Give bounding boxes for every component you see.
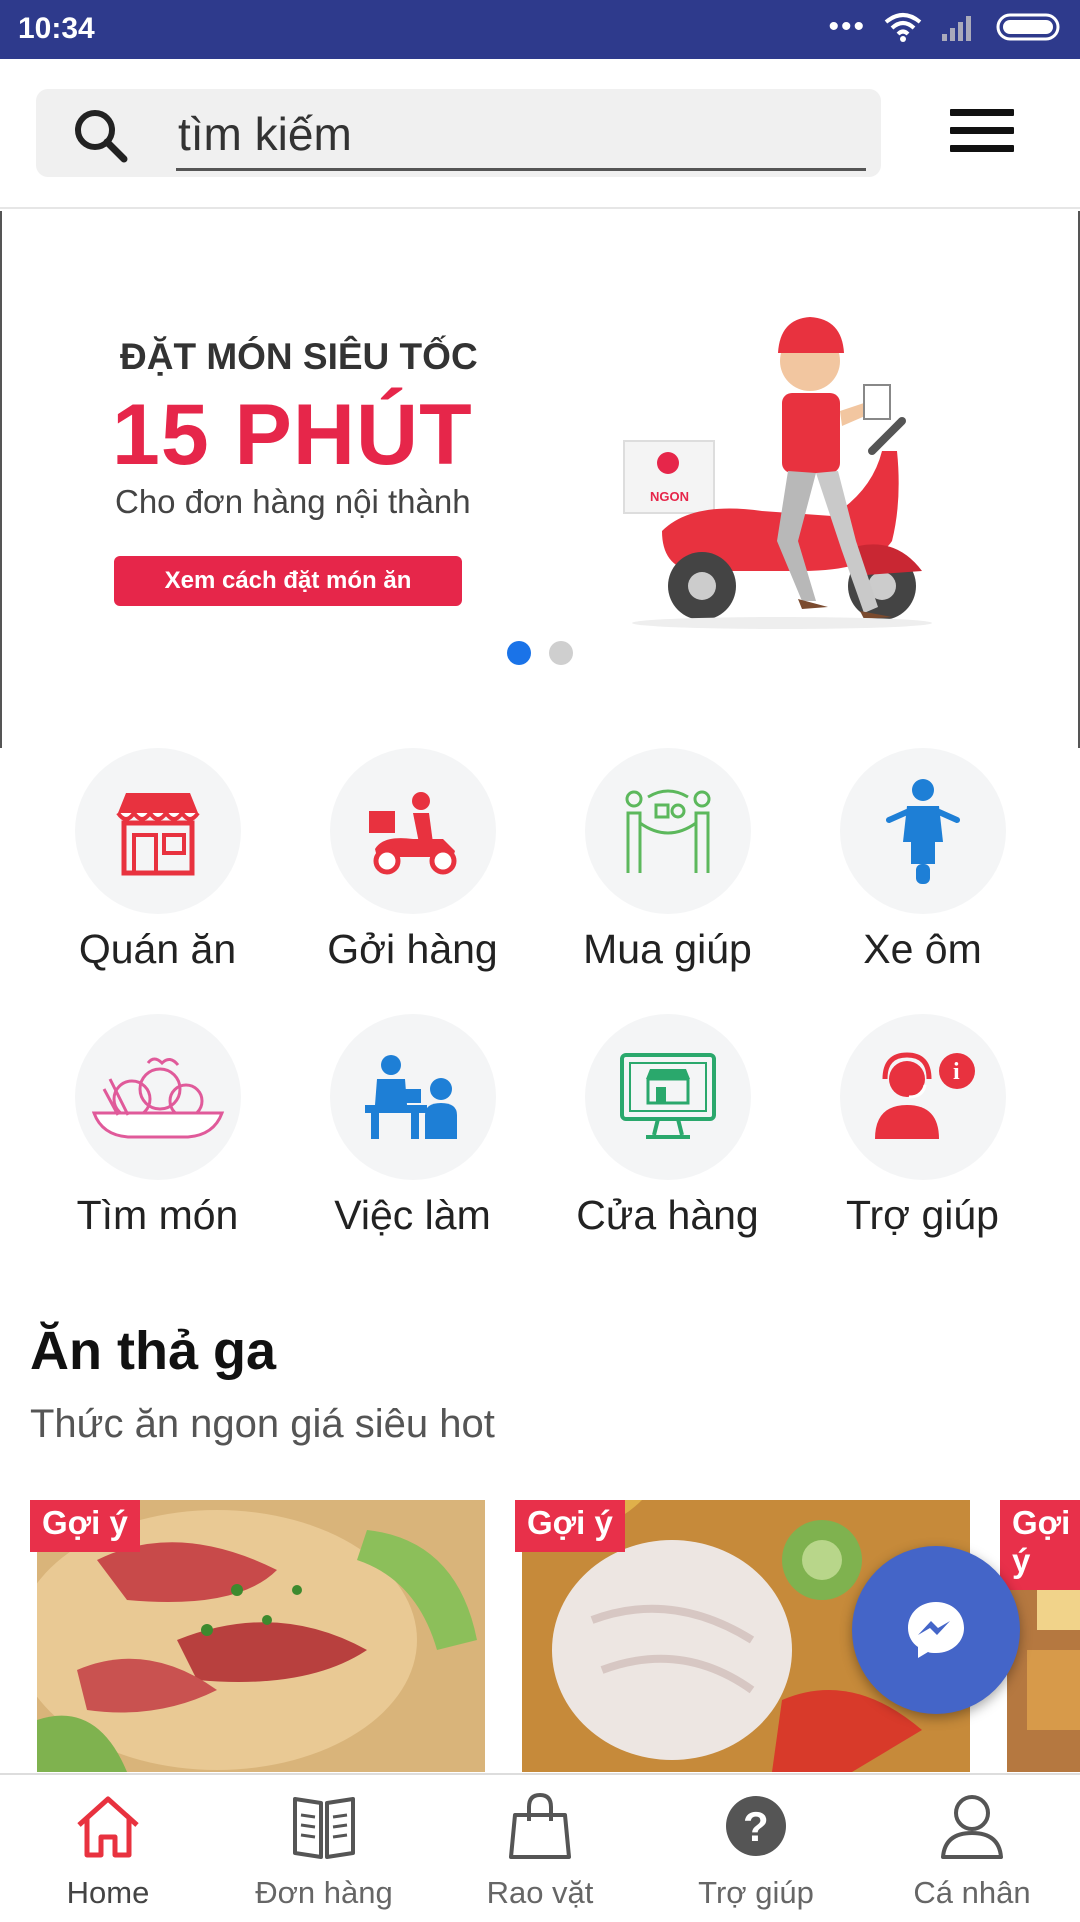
user-icon xyxy=(941,1795,1003,1859)
messenger-chat-button[interactable] xyxy=(852,1546,1020,1714)
store-icon xyxy=(619,1053,716,1139)
suggest-badge: Gợi ý xyxy=(515,1500,625,1552)
suggest-badge: Gợi ý xyxy=(30,1500,140,1552)
battery-icon xyxy=(996,13,1060,41)
suggest-badge: Gợi ý xyxy=(1000,1500,1080,1590)
carousel-dot-1[interactable] xyxy=(507,641,531,665)
motorbike-taxi-icon xyxy=(885,779,960,884)
delivery-man-scooter-illustration: NGON xyxy=(623,317,932,629)
food-bowl-icon xyxy=(91,1057,224,1139)
category-goi-hang[interactable]: Gởi hàng xyxy=(285,748,540,978)
box-brand-text: NGON xyxy=(650,489,689,504)
nav-orders[interactable]: Đơn hàng xyxy=(216,1785,432,1922)
category-cua-hang[interactable]: Cửa hàng xyxy=(540,1014,795,1244)
delivery-scooter-icon xyxy=(368,792,456,875)
buy-for-me-icon xyxy=(625,789,710,873)
search-icon[interactable] xyxy=(72,107,128,163)
category-label: Xe ôm xyxy=(863,926,982,972)
section-subtitle: Thức ăn ngon giá siêu hot xyxy=(30,1402,495,1446)
messenger-icon xyxy=(908,1602,964,1658)
category-label: Cửa hàng xyxy=(576,1192,759,1238)
home-icon xyxy=(77,1796,139,1858)
status-bar: 10:34 ••• xyxy=(0,0,1080,59)
help-question-icon: ? xyxy=(726,1796,786,1856)
category-label: Mua giúp xyxy=(583,926,752,972)
category-quan-an[interactable]: Quán ăn xyxy=(30,748,285,978)
search-input[interactable] xyxy=(176,99,866,171)
carousel-indicator[interactable] xyxy=(507,641,573,665)
search-header xyxy=(0,59,1080,209)
restaurant-icon xyxy=(115,793,200,876)
nav-help[interactable]: ? Trợ giúp xyxy=(648,1785,864,1922)
nav-label: Cá nhân xyxy=(913,1875,1031,1910)
food-card[interactable]: Gợi ý xyxy=(30,1500,485,1772)
nav-label: Trợ giúp xyxy=(698,1875,814,1910)
banner-cta-button[interactable]: Xem cách đặt món ăn xyxy=(114,556,462,606)
nav-label: Home xyxy=(66,1875,150,1910)
status-time: 10:34 xyxy=(18,12,95,45)
section-title: Ăn thả ga xyxy=(30,1321,277,1381)
job-icon xyxy=(364,1055,457,1139)
category-tro-giup[interactable]: i Trợ giúp xyxy=(795,1014,1050,1244)
nav-classifieds[interactable]: Rao vặt xyxy=(432,1785,648,1922)
category-mua-giup[interactable]: Mua giúp xyxy=(540,748,795,978)
nav-profile[interactable]: Cá nhân xyxy=(864,1785,1080,1922)
category-label: Gởi hàng xyxy=(327,926,498,972)
carousel-dot-2[interactable] xyxy=(549,641,573,665)
shopping-bag-icon xyxy=(509,1792,571,1859)
svg-text:?: ? xyxy=(743,1803,769,1850)
banner-subtext: Cho đơn hàng nội thành xyxy=(115,483,471,520)
promo-banner[interactable]: ĐẶT MÓN SIÊU TỐC 15 PHÚT Cho đơn hàng nộ… xyxy=(0,211,1080,748)
nav-label: Rao vặt xyxy=(486,1875,594,1910)
category-xe-om[interactable]: Xe ôm xyxy=(795,748,1050,978)
category-label: Trợ giúp xyxy=(846,1192,999,1238)
category-tim-mon[interactable]: Tìm món xyxy=(30,1014,285,1244)
category-label: Quán ăn xyxy=(78,926,237,972)
signal-icon xyxy=(942,16,971,41)
support-icon: i xyxy=(874,1052,975,1139)
orders-book-icon xyxy=(293,1797,355,1859)
nav-label: Đơn hàng xyxy=(255,1875,393,1910)
search-bar[interactable] xyxy=(36,89,881,177)
svg-text:i: i xyxy=(953,1059,960,1085)
bottom-navigation: Home Đơn hàng Rao vặt ? Trợ giúp Cá nhân xyxy=(0,1773,1080,1920)
nav-home[interactable]: Home xyxy=(0,1785,216,1922)
more-dots-icon: ••• xyxy=(828,10,866,43)
banner-headline: ĐẶT MÓN SIÊU TỐC xyxy=(120,336,478,377)
wifi-icon xyxy=(884,13,922,42)
banner-big-text: 15 PHÚT xyxy=(112,387,473,483)
category-viec-lam[interactable]: Việc làm xyxy=(285,1014,540,1244)
category-label: Việc làm xyxy=(334,1192,491,1238)
hamburger-menu-icon[interactable] xyxy=(950,109,1014,161)
category-label: Tìm món xyxy=(76,1192,239,1238)
